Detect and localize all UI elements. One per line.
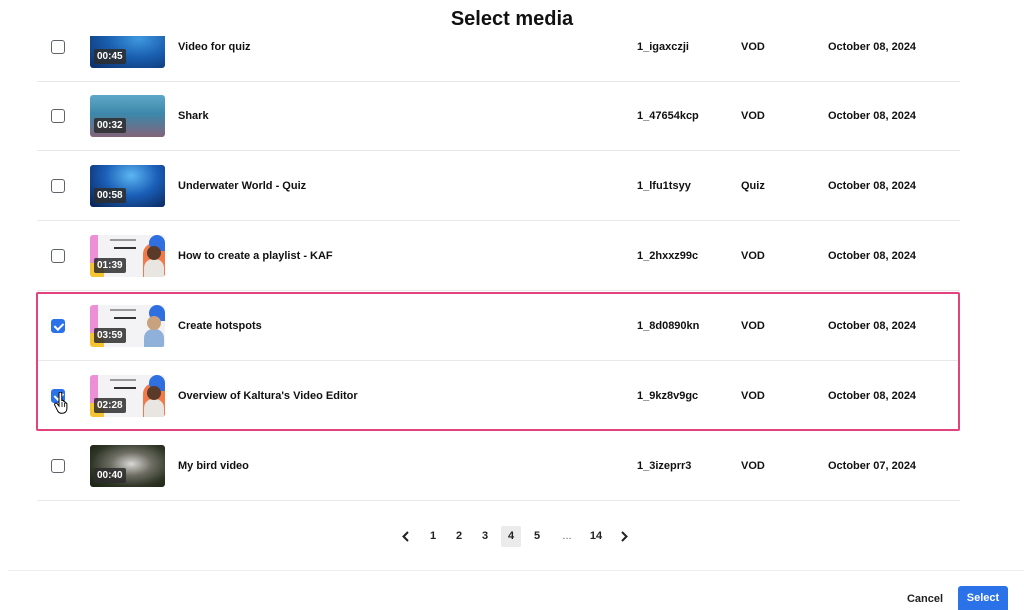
media-name: Shark bbox=[178, 110, 209, 122]
chevron-right-icon bbox=[621, 531, 628, 542]
media-date: October 08, 2024 bbox=[828, 180, 917, 192]
next-page-button[interactable] bbox=[614, 526, 634, 547]
media-date: October 08, 2024 bbox=[828, 390, 917, 402]
hand-cursor-icon bbox=[54, 392, 68, 414]
media-date: October 08, 2024 bbox=[828, 110, 917, 122]
prev-page-button[interactable] bbox=[396, 526, 416, 547]
media-date: October 08, 2024 bbox=[828, 41, 917, 53]
pagination-ellipsis: ... bbox=[562, 530, 572, 542]
footer-divider bbox=[8, 570, 1024, 571]
media-name: Create hotspots bbox=[178, 320, 262, 332]
media-name: Underwater World - Quiz bbox=[178, 180, 307, 192]
media-type: Quiz bbox=[741, 180, 765, 192]
media-type: VOD bbox=[741, 250, 765, 262]
media-entry-id: 1_9kz8v9gc bbox=[637, 390, 699, 402]
media-date: October 08, 2024 bbox=[828, 320, 917, 332]
page-button[interactable]: 14 bbox=[586, 526, 606, 547]
page-button[interactable]: 2 bbox=[449, 526, 469, 547]
media-entry-id: 1_lfu1tsyy bbox=[637, 180, 691, 192]
select-button[interactable]: Select bbox=[958, 586, 1008, 610]
duration-badge: 00:45 bbox=[94, 49, 126, 64]
dialog-title: Select media bbox=[450, 8, 574, 30]
page-button[interactable]: 5 bbox=[527, 526, 547, 547]
media-row[interactable]: 03:59 Create hotspots 1_8d0890kn VOD Oct… bbox=[37, 292, 960, 361]
duration-badge: 00:40 bbox=[94, 468, 126, 483]
media-name: Overview of Kaltura's Video Editor bbox=[178, 390, 358, 402]
chevron-left-icon bbox=[402, 531, 409, 542]
media-entry-id: 1_igaxczji bbox=[637, 41, 689, 53]
media-type: VOD bbox=[741, 390, 765, 402]
media-entry-id: 1_8d0890kn bbox=[637, 320, 700, 332]
page-button[interactable]: 3 bbox=[475, 526, 495, 547]
media-type: VOD bbox=[741, 460, 765, 472]
media-type: VOD bbox=[741, 41, 765, 53]
row-checkbox[interactable] bbox=[51, 459, 65, 473]
media-entry-id: 1_3izeprr3 bbox=[637, 460, 692, 472]
media-row[interactable]: 00:45 Video for quiz 1_igaxczji VOD Octo… bbox=[37, 36, 960, 82]
media-list: 00:45 Video for quiz 1_igaxczji VOD Octo… bbox=[37, 36, 960, 502]
media-name: Video for quiz bbox=[178, 41, 251, 53]
media-row[interactable]: 01:39 How to create a playlist - KAF 1_2… bbox=[37, 222, 960, 291]
row-checkbox[interactable] bbox=[51, 109, 65, 123]
media-row[interactable]: 00:58 Underwater World - Quiz 1_lfu1tsyy… bbox=[37, 152, 960, 221]
media-name: How to create a playlist - KAF bbox=[178, 250, 333, 262]
media-row[interactable]: 02:28 Overview of Kaltura's Video Editor… bbox=[37, 362, 960, 431]
media-thumbnail: 02:28 bbox=[90, 375, 165, 417]
media-date: October 07, 2024 bbox=[828, 460, 917, 472]
media-entry-id: 1_2hxxz99c bbox=[637, 250, 699, 262]
media-thumbnail: 03:59 bbox=[90, 305, 165, 347]
page-button[interactable]: 1 bbox=[423, 526, 443, 547]
duration-badge: 00:58 bbox=[94, 188, 126, 203]
media-type: VOD bbox=[741, 110, 765, 122]
row-checkbox[interactable] bbox=[51, 319, 65, 333]
duration-badge: 03:59 bbox=[94, 328, 126, 343]
page-button-current[interactable]: 4 bbox=[501, 526, 521, 547]
row-checkbox[interactable] bbox=[51, 40, 65, 54]
media-date: October 08, 2024 bbox=[828, 250, 917, 262]
media-thumbnail: 00:32 bbox=[90, 95, 165, 137]
media-row[interactable]: 00:40 My bird video 1_3izeprr3 VOD Octob… bbox=[37, 432, 960, 501]
media-name: My bird video bbox=[178, 460, 249, 472]
row-checkbox[interactable] bbox=[51, 179, 65, 193]
media-thumbnail: 01:39 bbox=[90, 235, 165, 277]
media-entry-id: 1_47654kcp bbox=[637, 110, 699, 122]
pagination: 1 2 3 4 5 ... 14 bbox=[0, 526, 1024, 548]
row-checkbox[interactable] bbox=[51, 249, 65, 263]
media-thumbnail: 00:45 bbox=[90, 36, 165, 68]
media-row[interactable]: 00:32 Shark 1_47654kcp VOD October 08, 2… bbox=[37, 82, 960, 151]
cancel-button[interactable]: Cancel bbox=[898, 588, 952, 610]
duration-badge: 00:32 bbox=[94, 118, 126, 133]
media-thumbnail: 00:58 bbox=[90, 165, 165, 207]
duration-badge: 02:28 bbox=[94, 398, 126, 413]
media-thumbnail: 00:40 bbox=[90, 445, 165, 487]
duration-badge: 01:39 bbox=[94, 258, 126, 273]
media-type: VOD bbox=[741, 320, 765, 332]
